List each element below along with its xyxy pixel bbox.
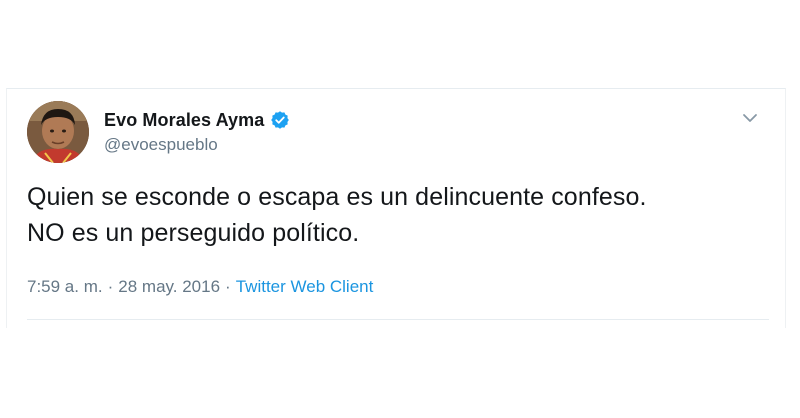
tweet-meta: 7:59 a. m. · 28 may. 2016 · Twitter Web Clie… xyxy=(27,277,373,297)
display-name-row: Evo Morales Ayma xyxy=(104,107,290,133)
verified-badge-icon xyxy=(270,110,290,130)
tweet-source-link[interactable]: Twitter Web Client xyxy=(236,277,374,296)
chevron-down-icon[interactable] xyxy=(739,107,761,129)
tweet-header: Evo Morales Ayma @evoespueblo xyxy=(27,101,767,165)
tweet-time[interactable]: 7:59 a. m. xyxy=(27,277,103,296)
divider xyxy=(27,319,769,320)
author-block: Evo Morales Ayma @evoespueblo xyxy=(104,107,290,155)
tweet-text-line: Quien se esconde o escapa es un delincue… xyxy=(27,183,647,211)
meta-separator: · xyxy=(107,277,114,296)
avatar-image xyxy=(27,101,89,163)
tweet-text: Quien se esconde o escapa es un delincue… xyxy=(27,179,777,251)
tweet-date[interactable]: 28 may. 2016 xyxy=(118,277,220,296)
meta-separator: · xyxy=(225,277,231,296)
user-handle[interactable]: @evoespueblo xyxy=(104,135,290,155)
display-name[interactable]: Evo Morales Ayma xyxy=(104,110,264,131)
tweet-text-line: NO es un perseguido político. xyxy=(27,219,360,247)
avatar[interactable] xyxy=(27,101,89,163)
tweet-card: Evo Morales Ayma @evoespueblo Quien se e… xyxy=(6,88,786,328)
